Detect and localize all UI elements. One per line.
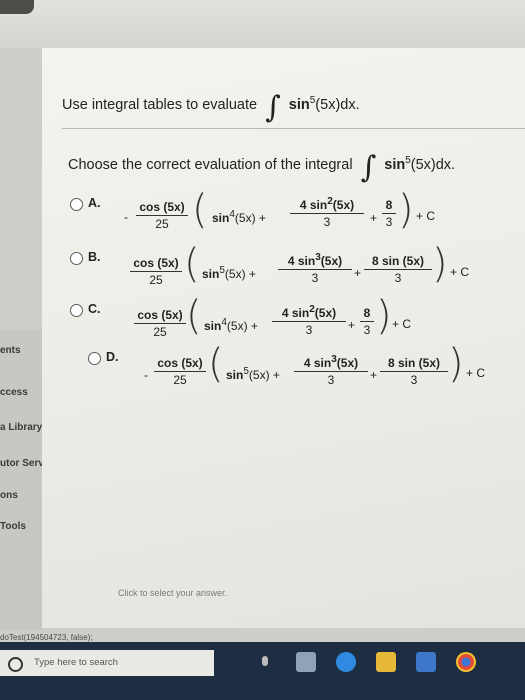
file-explorer-icon[interactable] [376,652,396,672]
taskbar: Type here to search [0,642,525,700]
integral-icon: ∫ [265,90,281,125]
option-d[interactable]: D. - cos (5x) 25 ( sin5(5x) + 4 sin3(5x) 3… [70,344,510,400]
chrome-icon[interactable] [456,652,476,672]
status-bar-text: doTest(194504723, false); [0,633,93,642]
divider [62,128,525,129]
window-corner [0,0,34,14]
taskbar-search[interactable]: Type here to search [0,650,214,676]
radio-button[interactable] [70,198,83,211]
nav-item-access[interactable]: ccess [0,387,28,398]
question-text: Use integral tables to evaluate ∫ sin5(5… [62,90,360,125]
task-view-icon[interactable] [296,652,316,672]
prompt-text: Choose the correct evaluation of the int… [68,150,456,185]
left-nav [0,330,42,630]
store-icon[interactable] [416,652,436,672]
nav-item-contents[interactable]: ents [0,345,21,356]
radio-button[interactable] [70,252,83,265]
instruction-hint: Click to select your answer. [118,588,228,598]
radio-button[interactable] [88,352,101,365]
microphone-icon[interactable] [262,656,268,666]
cortana-icon[interactable] [8,657,23,672]
nav-item-tools[interactable]: Tools [0,521,26,532]
nav-item-library[interactable]: a Library [0,422,42,433]
edge-icon[interactable] [336,652,356,672]
option-a[interactable]: A. - cos (5x) 25 ( sin4(5x) + 4 sin2(5x) 3… [70,190,510,246]
option-b[interactable]: B. cos (5x) 25 ( sin5(5x) + 4 sin3(5x) 3 +… [70,244,510,300]
option-c[interactable]: C. cos (5x) 25 ( sin4(5x) + 4 sin2(5x) 3 +… [70,296,510,352]
integral-icon: ∫ [360,150,377,185]
browser-top-strip [0,0,525,48]
nav-item-options[interactable]: ons [0,490,18,501]
radio-button[interactable] [70,304,83,317]
